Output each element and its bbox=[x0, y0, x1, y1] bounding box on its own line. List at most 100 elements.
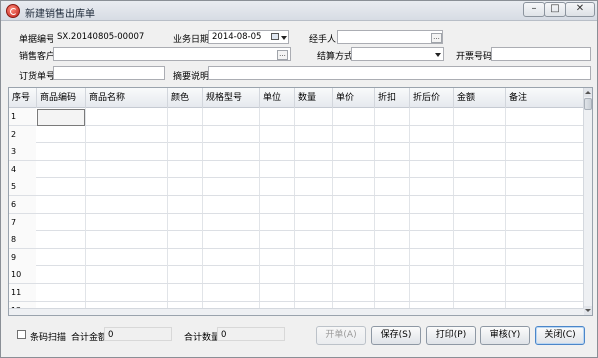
col-header-seq[interactable]: 序号 bbox=[9, 88, 37, 108]
grid-cell[interactable] bbox=[37, 160, 86, 178]
grid-cell[interactable] bbox=[410, 125, 454, 143]
grid-cell[interactable] bbox=[454, 143, 506, 161]
grid-cell[interactable] bbox=[454, 248, 506, 266]
col-header-unit[interactable]: 单位 bbox=[260, 88, 295, 108]
grid-cell[interactable] bbox=[454, 213, 506, 231]
close-window-button[interactable]: ✕ bbox=[565, 2, 595, 17]
print-button[interactable]: 打印(P) bbox=[426, 326, 476, 345]
grid-cell[interactable] bbox=[203, 266, 260, 284]
scroll-thumb[interactable] bbox=[584, 98, 592, 110]
grid-cell[interactable] bbox=[260, 284, 295, 301]
grid-cell[interactable] bbox=[333, 125, 375, 143]
col-header-name[interactable]: 商品名称 bbox=[86, 88, 168, 108]
grid-cell[interactable] bbox=[37, 231, 86, 249]
grid-cell[interactable] bbox=[506, 248, 584, 266]
grid-cell[interactable] bbox=[203, 248, 260, 266]
grid-cell[interactable] bbox=[375, 213, 410, 231]
grid-cell[interactable] bbox=[260, 143, 295, 161]
active-cell-editor[interactable] bbox=[37, 109, 85, 126]
grid-cell[interactable] bbox=[375, 284, 410, 301]
grid-cell[interactable] bbox=[37, 266, 86, 284]
items-grid[interactable]: 序号 商品编码 商品名称 颜色 规格型号 单位 数量 单价 折扣 折后价 金额 … bbox=[8, 87, 593, 316]
grid-cell[interactable] bbox=[86, 108, 168, 125]
grid-cell[interactable] bbox=[295, 284, 333, 301]
grid-cell[interactable] bbox=[86, 160, 168, 178]
grid-cell[interactable] bbox=[375, 143, 410, 161]
audit-button[interactable]: 审核(Y) bbox=[480, 326, 530, 345]
col-header-remark[interactable]: 备注 bbox=[506, 88, 584, 108]
grid-cell[interactable] bbox=[168, 266, 203, 284]
grid-cell[interactable] bbox=[168, 160, 203, 178]
grid-cell[interactable] bbox=[260, 125, 295, 143]
col-header-spec[interactable]: 规格型号 bbox=[203, 88, 260, 108]
grid-cell[interactable] bbox=[203, 231, 260, 249]
grid-cell[interactable] bbox=[295, 213, 333, 231]
col-header-price[interactable]: 单价 bbox=[333, 88, 375, 108]
grid-cell[interactable] bbox=[168, 125, 203, 143]
open-order-button[interactable]: 开单(A) bbox=[316, 326, 366, 345]
grid-cell[interactable] bbox=[260, 231, 295, 249]
grid-cell[interactable] bbox=[86, 231, 168, 249]
grid-cell[interactable] bbox=[410, 160, 454, 178]
table-row[interactable]: 4 bbox=[9, 160, 584, 179]
grid-cell[interactable] bbox=[37, 213, 86, 231]
grid-cell[interactable] bbox=[260, 108, 295, 125]
table-row[interactable]: 6 bbox=[9, 196, 584, 214]
col-header-discount[interactable]: 折扣 bbox=[375, 88, 410, 108]
grid-cell[interactable] bbox=[410, 284, 454, 301]
grid-cell[interactable] bbox=[260, 213, 295, 231]
grid-cell[interactable] bbox=[506, 284, 584, 301]
grid-cell[interactable] bbox=[454, 284, 506, 301]
grid-cell[interactable] bbox=[168, 143, 203, 161]
grid-cell[interactable] bbox=[37, 143, 86, 161]
grid-cell[interactable] bbox=[506, 143, 584, 161]
grid-cell[interactable] bbox=[375, 178, 410, 196]
col-header-color[interactable]: 颜色 bbox=[168, 88, 203, 108]
grid-cell[interactable] bbox=[454, 196, 506, 213]
barcode-scan-checkbox[interactable] bbox=[17, 330, 26, 339]
col-header-qty[interactable]: 数量 bbox=[295, 88, 333, 108]
grid-cell[interactable] bbox=[295, 196, 333, 213]
handler-input[interactable] bbox=[337, 30, 443, 44]
grid-cell[interactable] bbox=[260, 266, 295, 284]
grid-cell[interactable] bbox=[295, 125, 333, 143]
grid-cell[interactable] bbox=[506, 108, 584, 125]
grid-cell[interactable] bbox=[410, 178, 454, 196]
grid-cell[interactable] bbox=[333, 143, 375, 161]
grid-cell[interactable] bbox=[295, 160, 333, 178]
grid-cell[interactable] bbox=[333, 213, 375, 231]
grid-cell[interactable] bbox=[86, 213, 168, 231]
invoice-input[interactable] bbox=[491, 47, 591, 61]
grid-cell[interactable] bbox=[203, 213, 260, 231]
col-header-code[interactable]: 商品编码 bbox=[37, 88, 86, 108]
grid-cell[interactable] bbox=[454, 108, 506, 125]
settlement-select[interactable] bbox=[351, 47, 444, 61]
grid-cell[interactable] bbox=[375, 266, 410, 284]
grid-cell[interactable] bbox=[410, 231, 454, 249]
grid-cell[interactable] bbox=[506, 213, 584, 231]
grid-cell[interactable] bbox=[375, 108, 410, 125]
grid-cell[interactable] bbox=[168, 213, 203, 231]
table-row[interactable]: 11 bbox=[9, 284, 584, 302]
grid-cell[interactable] bbox=[295, 266, 333, 284]
table-row[interactable]: 9 bbox=[9, 248, 584, 267]
grid-cell[interactable] bbox=[454, 231, 506, 249]
grid-cell[interactable] bbox=[86, 284, 168, 301]
scroll-down-icon[interactable] bbox=[584, 306, 592, 315]
grid-cell[interactable] bbox=[410, 266, 454, 284]
grid-cell[interactable] bbox=[454, 160, 506, 178]
grid-cell[interactable] bbox=[37, 196, 86, 213]
close-button[interactable]: 关闭(C) bbox=[535, 326, 585, 345]
grid-cell[interactable] bbox=[86, 125, 168, 143]
grid-cell[interactable] bbox=[506, 231, 584, 249]
grid-cell[interactable] bbox=[410, 143, 454, 161]
grid-cell[interactable] bbox=[375, 160, 410, 178]
grid-cell[interactable] bbox=[333, 108, 375, 125]
grid-cell[interactable] bbox=[410, 213, 454, 231]
grid-cell[interactable] bbox=[86, 143, 168, 161]
grid-cell[interactable] bbox=[260, 160, 295, 178]
grid-cell[interactable] bbox=[168, 108, 203, 125]
grid-cell[interactable] bbox=[295, 108, 333, 125]
grid-cell[interactable] bbox=[203, 196, 260, 213]
grid-cell[interactable] bbox=[203, 160, 260, 178]
